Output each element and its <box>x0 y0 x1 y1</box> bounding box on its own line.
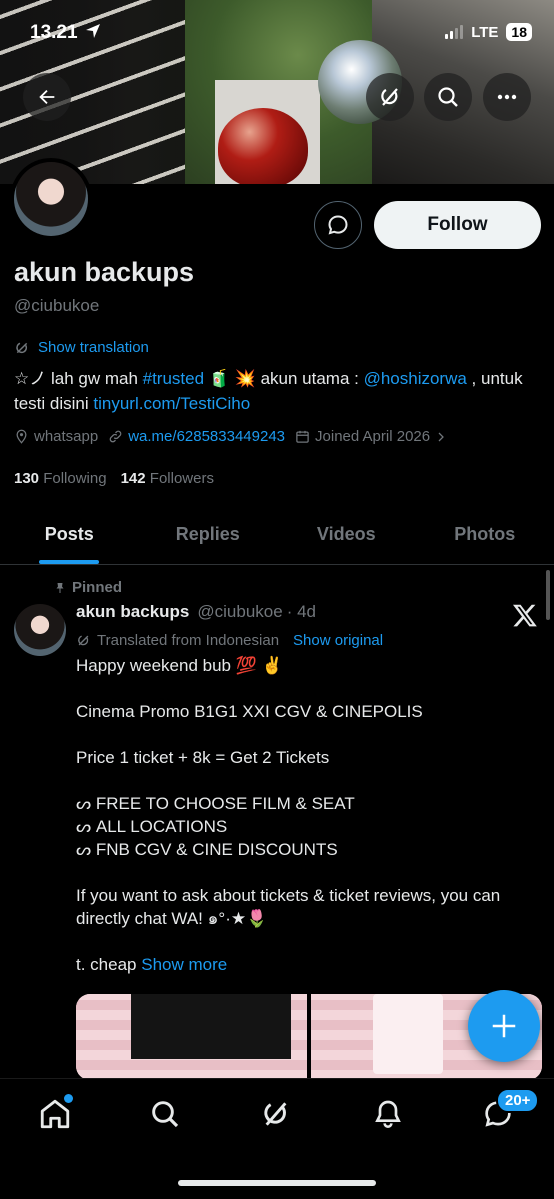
pinned-indicator: Pinned <box>54 579 122 596</box>
tweet-line-2: Cinema Promo B1G1 XXI CGV & CINEPOLIS <box>76 702 423 721</box>
tweet-line-8: t. cheap Show more <box>76 953 542 976</box>
location-arrow-icon <box>85 24 100 38</box>
nav-notifications[interactable] <box>370 1096 406 1132</box>
home-notification-dot <box>64 1094 73 1103</box>
status-time-text: 13.21 <box>30 22 78 43</box>
nav-grok[interactable] <box>258 1096 294 1132</box>
profile-name: akun backups <box>14 257 195 287</box>
banner-apple-image <box>218 108 308 184</box>
grok-icon <box>264 1102 287 1126</box>
translated-from-label: Translated from Indonesian <box>97 632 280 649</box>
follow-button[interactable]: Follow <box>374 201 541 249</box>
tweet-media-image-1[interactable] <box>76 994 307 1080</box>
location-label: whatsapp <box>34 428 99 445</box>
profile-avatar[interactable] <box>10 158 92 240</box>
battery-icon: 18 <box>506 23 532 41</box>
tab-replies[interactable]: Replies <box>139 505 278 564</box>
grok-button[interactable] <box>366 73 414 121</box>
status-time: 13.21 <box>30 22 101 44</box>
more-dots-icon <box>497 94 517 100</box>
avatar-image <box>14 162 88 236</box>
website-link[interactable]: wa.me/6285833449243 <box>128 428 285 445</box>
tweet-line-6: ᔕ FNB CGV & CINE DISCOUNTS <box>76 840 338 859</box>
tweet-line-1: Happy weekend bub 💯 ✌️ <box>76 656 283 675</box>
bio-mention-link[interactable]: @hoshizorwa <box>364 369 467 388</box>
tweet-line-8-text: t. cheap <box>76 955 137 974</box>
profile-handle: @ciubukoe <box>14 296 100 315</box>
tweet-time: · 4d <box>286 602 316 621</box>
home-indicator[interactable] <box>178 1180 376 1186</box>
location-pin-icon <box>16 429 27 444</box>
joined-item[interactable]: Joined April 2026 <box>295 428 447 445</box>
followers-count-link[interactable]: 142 Followers <box>121 470 214 487</box>
calendar-icon <box>296 430 309 443</box>
show-translation-link[interactable]: Show translation <box>14 339 149 356</box>
x-logo-icon[interactable] <box>512 601 538 629</box>
website-item[interactable]: wa.me/6285833449243 <box>108 428 285 445</box>
tweet-line-7: If you want to ask about tickets & ticke… <box>76 886 501 928</box>
link-icon <box>109 430 122 443</box>
bio-hashtag-link[interactable]: #trusted <box>143 369 204 388</box>
following-count: 130 <box>14 470 40 487</box>
show-original-link[interactable]: Show original <box>293 632 383 649</box>
tweet-line-3: Price 1 ticket + 8k = Get 2 Tickets <box>76 748 330 767</box>
nav-home[interactable] <box>37 1094 73 1132</box>
network-label: LTE <box>471 23 499 41</box>
profile-bio: ☆ノ lah gw mah #trusted 🧃 💥 akun utama : … <box>14 366 540 416</box>
tab-videos[interactable]: Videos <box>277 505 416 564</box>
pinned-label: Pinned <box>72 579 123 596</box>
location-item: whatsapp <box>14 428 98 445</box>
tweet-author-handle[interactable]: @ciubukoe <box>197 602 282 622</box>
tweet-line-5: ᔕ ALL LOCATIONS <box>76 817 228 836</box>
tab-posts[interactable]: Posts <box>0 505 139 564</box>
search-icon <box>438 87 458 107</box>
following-label: Following <box>43 470 107 487</box>
followers-count: 142 <box>120 470 146 487</box>
tab-photos[interactable]: Photos <box>416 505 554 564</box>
compose-button[interactable] <box>468 990 540 1062</box>
back-arrow-icon <box>39 89 55 105</box>
profile-meta: whatsapp wa.me/6285833449243 Joined Apri… <box>14 428 447 445</box>
tweet-author-name[interactable]: akun backups <box>76 602 189 622</box>
show-more-link[interactable]: Show more <box>141 955 227 974</box>
tweet-translation-note: Translated from Indonesian Show original <box>76 632 383 649</box>
search-button[interactable] <box>424 73 472 121</box>
grok-icon <box>381 88 398 106</box>
following-count-link[interactable]: 130 Following <box>14 470 107 487</box>
bio-text-2: 🧃 💥 akun utama : <box>204 369 364 388</box>
search-icon <box>152 1101 179 1128</box>
show-translation-label: Show translation <box>38 339 149 356</box>
status-right: LTE 18 <box>445 23 532 41</box>
followers-label: Followers <box>149 470 214 487</box>
message-bubble-icon <box>328 215 348 235</box>
tweet-header: akun backups @ciubukoe · 4d <box>76 602 316 622</box>
joined-label: Joined April 2026 <box>315 428 431 445</box>
tweet-avatar[interactable] <box>14 604 66 656</box>
nav-search[interactable] <box>147 1096 183 1132</box>
tweet-line-4: ᔕ FREE TO CHOOSE FILM & SEAT <box>76 794 355 813</box>
plus-icon <box>492 1014 516 1038</box>
profile-tabs: Posts Replies Videos Photos <box>0 505 554 565</box>
pin-icon <box>56 582 64 593</box>
translate-icon <box>78 635 89 646</box>
translate-icon <box>16 342 28 353</box>
bell-icon <box>375 1100 401 1128</box>
messages-badge: 20+ <box>496 1088 540 1113</box>
signal-icon <box>445 25 464 39</box>
follow-counts: 130 Following 142 Followers <box>14 470 214 487</box>
tweet-body[interactable]: Happy weekend bub 💯 ✌️ Cinema Promo B1G1… <box>76 654 542 976</box>
back-button[interactable] <box>23 73 71 121</box>
bio-text-1: ☆ノ lah gw mah <box>14 369 143 388</box>
scrollbar[interactable] <box>546 570 550 620</box>
message-button[interactable] <box>314 201 362 249</box>
more-options-button[interactable] <box>483 73 531 121</box>
chevron-right-icon <box>438 432 444 441</box>
bio-url-link[interactable]: tinyurl.com/TestiCiho <box>93 394 250 413</box>
